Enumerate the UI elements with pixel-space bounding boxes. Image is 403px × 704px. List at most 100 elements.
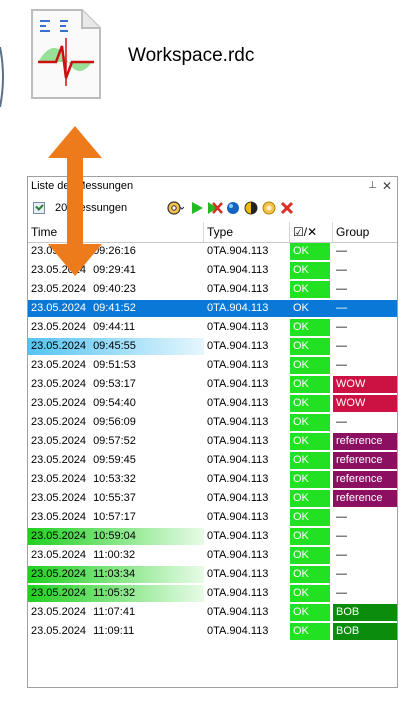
time-value: 11:07:41: [93, 606, 136, 618]
column-type[interactable]: Type: [204, 222, 290, 242]
table-row[interactable]: 23.05.2024 11:03:34 0TA.904.113 OK —: [28, 566, 397, 583]
table-row[interactable]: 23.05.2024 11:00:32 0TA.904.113 OK —: [28, 547, 397, 564]
delete-icon[interactable]: [278, 198, 296, 218]
time-value: 09:40:23: [93, 283, 136, 295]
type-cell: 0TA.904.113: [207, 625, 269, 637]
status-cell: OK: [290, 452, 330, 469]
circle-half-icon[interactable]: [242, 198, 260, 218]
table-row[interactable]: 23.05.2024 09:57:52 0TA.904.113 OK reference: [28, 433, 397, 450]
play-icon[interactable]: [188, 198, 206, 218]
time-cell: 23.05.2024 10:55:37: [28, 490, 204, 507]
group-cell: BOB: [333, 623, 397, 640]
settings-icon[interactable]: [166, 198, 184, 218]
type-cell: 0TA.904.113: [207, 568, 269, 580]
time-cell: 23.05.2024 09:45:55: [28, 338, 204, 355]
file-name[interactable]: Workspace.rdc: [128, 45, 254, 67]
time-value: 09:45:55: [93, 340, 136, 352]
time-cell: 23.05.2024 09:41:52: [28, 300, 204, 317]
date-value: 23.05.2024: [31, 530, 87, 542]
group-cell: reference: [333, 471, 397, 488]
status-cell: OK: [290, 471, 330, 488]
time-cell: 23.05.2024 11:00:32: [28, 547, 204, 564]
data-file-icon[interactable]: [26, 6, 104, 102]
type-cell: 0TA.904.113: [207, 340, 269, 352]
table-row[interactable]: 23.05.2024 09:45:55 0TA.904.113 OK —: [28, 338, 397, 355]
date-value: 23.05.2024: [31, 606, 87, 618]
time-cell: 23.05.2024 10:59:04: [28, 528, 204, 545]
status-cell: OK: [290, 509, 330, 526]
date-value: 23.05.2024: [31, 397, 87, 409]
date-value: 23.05.2024: [31, 587, 87, 599]
date-value: 23.05.2024: [31, 625, 87, 637]
time-cell: 23.05.2024 09:53:17: [28, 376, 204, 393]
time-cell: 23.05.2024 09:56:09: [28, 414, 204, 431]
date-value: 23.05.2024: [31, 321, 87, 333]
time-value: 10:59:04: [93, 530, 136, 542]
table-row[interactable]: 23.05.2024 10:59:04 0TA.904.113 OK —: [28, 528, 397, 545]
type-cell: 0TA.904.113: [207, 264, 269, 276]
run-all-icon[interactable]: [206, 198, 224, 218]
status-cell: OK: [290, 338, 330, 355]
table-row[interactable]: 23.05.2024 09:40:23 0TA.904.113 OK —: [28, 281, 397, 298]
table-row[interactable]: 23.05.2024 09:53:17 0TA.904.113 OK WOW: [28, 376, 397, 393]
circle-blue-icon[interactable]: [224, 198, 242, 218]
table-row[interactable]: 23.05.2024 09:54:40 0TA.904.113 OK WOW: [28, 395, 397, 412]
type-cell: 0TA.904.113: [207, 359, 269, 371]
time-value: 11:05:32: [93, 587, 136, 599]
group-cell: —: [336, 321, 347, 333]
type-cell: 0TA.904.113: [207, 606, 269, 618]
time-value: 11:00:32: [93, 549, 136, 561]
table-row[interactable]: 23.05.2024 11:09:11 0TA.904.113 OK BOB: [28, 623, 397, 640]
table-row[interactable]: 23.05.2024 09:59:45 0TA.904.113 OK reference: [28, 452, 397, 469]
group-cell: —: [336, 511, 347, 523]
select-all-checkbox[interactable]: [33, 202, 45, 214]
table-row[interactable]: 23.05.2024 09:51:53 0TA.904.113 OK —: [28, 357, 397, 374]
group-cell: —: [336, 264, 347, 276]
time-cell: 23.05.2024 11:03:34: [28, 566, 204, 583]
group-cell: —: [336, 530, 347, 542]
table-row[interactable]: 23.05.2024 10:53:32 0TA.904.113 OK reference: [28, 471, 397, 488]
group-cell: —: [336, 302, 347, 314]
date-value: 23.05.2024: [31, 473, 87, 485]
time-cell: 23.05.2024 09:40:23: [28, 281, 204, 298]
table-row[interactable]: 23.05.2024 11:07:41 0TA.904.113 OK BOB: [28, 604, 397, 621]
type-cell: 0TA.904.113: [207, 435, 269, 447]
date-value: 23.05.2024: [31, 549, 87, 561]
type-cell: 0TA.904.113: [207, 492, 269, 504]
status-cell: OK: [290, 490, 330, 507]
status-cell: OK: [290, 547, 330, 564]
column-group[interactable]: Group: [333, 222, 397, 242]
column-status[interactable]: ☑/✕: [290, 222, 333, 242]
group-cell: reference: [333, 490, 397, 507]
time-cell: 23.05.2024 10:53:32: [28, 471, 204, 488]
time-cell: 23.05.2024 09:54:40: [28, 395, 204, 412]
date-value: 23.05.2024: [31, 435, 87, 447]
type-cell: 0TA.904.113: [207, 302, 269, 314]
date-value: 23.05.2024: [31, 454, 87, 466]
status-cell: OK: [290, 376, 330, 393]
table-row[interactable]: 23.05.2024 10:57:17 0TA.904.113 OK —: [28, 509, 397, 526]
type-cell: 0TA.904.113: [207, 283, 269, 295]
table-row[interactable]: 23.05.2024 11:05:32 0TA.904.113 OK —: [28, 585, 397, 602]
partial-window-edge: [0, 47, 4, 107]
circle-yellow-icon[interactable]: [260, 198, 278, 218]
time-cell: 23.05.2024 11:07:41: [28, 604, 204, 621]
type-cell: 0TA.904.113: [207, 245, 269, 257]
status-cell: OK: [290, 319, 330, 336]
group-cell: WOW: [333, 376, 397, 393]
table-row[interactable]: 23.05.2024 09:56:09 0TA.904.113 OK —: [28, 414, 397, 431]
time-value: 11:03:34: [93, 568, 136, 580]
table-row[interactable]: 23.05.2024 10:55:37 0TA.904.113 OK reference: [28, 490, 397, 507]
type-cell: 0TA.904.113: [207, 454, 269, 466]
group-cell: —: [336, 359, 347, 371]
close-icon[interactable]: ✕: [382, 179, 392, 193]
table-row[interactable]: 23.05.2024 09:44:11 0TA.904.113 OK —: [28, 319, 397, 336]
time-cell: 23.05.2024 09:57:52: [28, 433, 204, 450]
status-cell: OK: [293, 302, 309, 314]
group-cell: —: [336, 245, 347, 257]
table-row[interactable]: 23.05.2024 09:41:52 0TA.904.113 OK —: [28, 300, 397, 317]
group-cell: reference: [333, 433, 397, 450]
pin-icon[interactable]: ⊥: [368, 180, 377, 191]
group-cell: —: [336, 568, 347, 580]
group-cell: —: [336, 416, 347, 428]
